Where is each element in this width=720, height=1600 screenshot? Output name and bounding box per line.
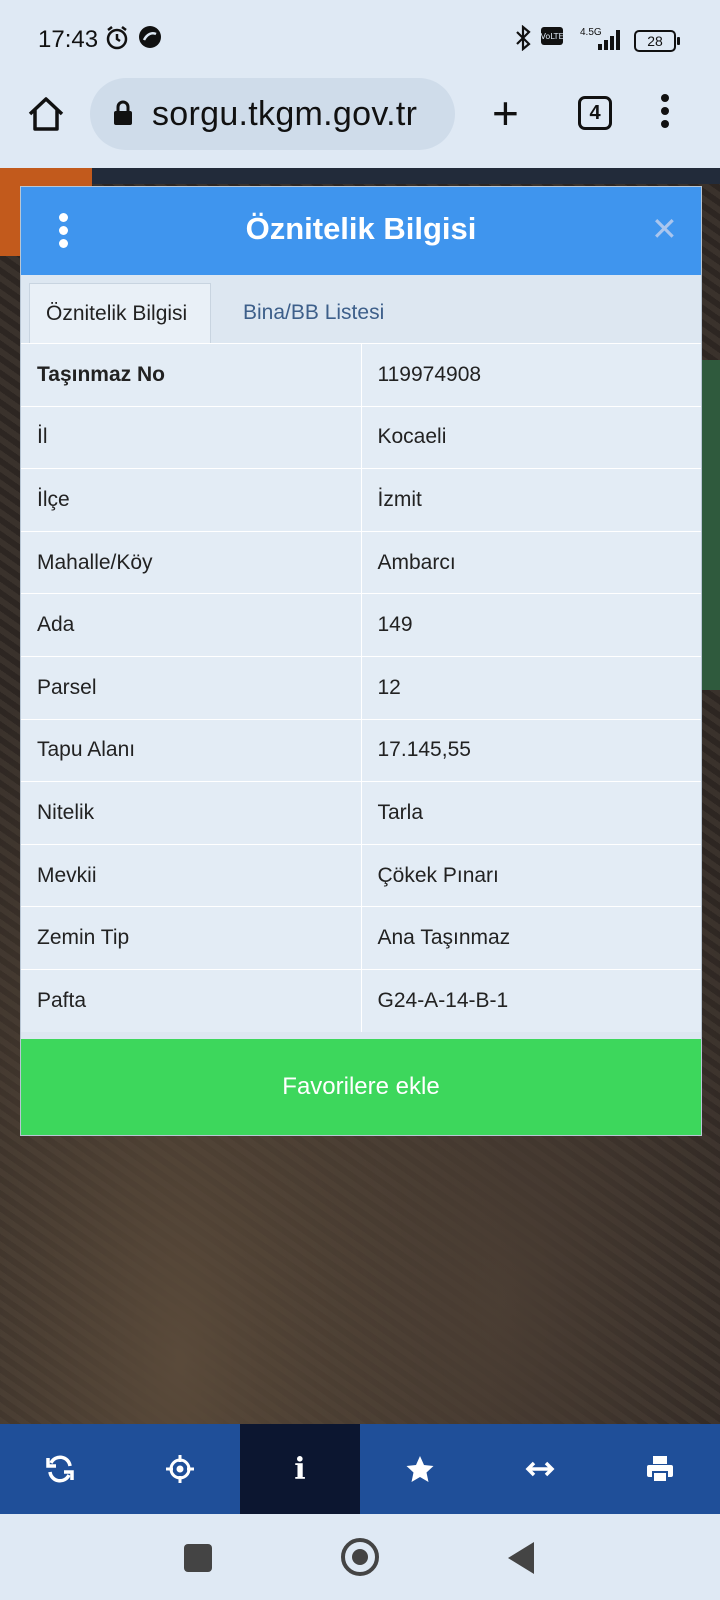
row-key: Mahalle/Köy [21,530,362,594]
back-icon[interactable] [508,1542,534,1574]
browser-menu-icon[interactable] [660,94,670,130]
system-nav-bar [0,1514,720,1600]
row-key: Nitelik [21,781,362,845]
row-key: İl [21,405,362,469]
row-value: 149 [361,593,701,657]
tab-switcher-button[interactable]: 4 [578,96,612,130]
row-value: Ana Taşınmaz [361,906,701,970]
carrier-icon [138,25,162,55]
star-icon[interactable] [360,1424,480,1514]
battery-icon: 28 [634,30,680,52]
volte-icon: VoLTE [540,25,564,53]
home-nav-icon[interactable] [341,1538,379,1576]
row-value: İzmit [361,468,701,532]
dialog-title: Öznitelik Bilgisi [245,211,477,246]
row-value: Çökek Pınarı [361,843,701,907]
row-value: Kocaeli [361,405,701,469]
recent-apps-icon[interactable] [184,1544,212,1572]
info-glyph: i [294,1451,306,1487]
row-key: Pafta [21,968,362,1033]
row-value: 12 [361,655,701,720]
tab-building-list[interactable]: Bina/BB Listesi [227,283,400,343]
table-row: Nitelik Tarla [21,781,701,845]
measure-icon[interactable] [480,1424,600,1514]
print-icon[interactable] [600,1424,720,1514]
lock-icon [112,100,134,126]
table-row: Parsel 12 [21,655,701,720]
table-row: Mevkii Çökek Pınarı [21,843,701,907]
tab-attribute-info[interactable]: Öznitelik Bilgisi [29,283,211,343]
add-favorite-button[interactable]: Favorilere ekle [21,1039,701,1135]
status-bar: 17:43 VoLTE 4.5G 28 [0,0,720,72]
close-icon[interactable]: ✕ [651,211,678,247]
attribute-table: Taşınmaz No 119974908 İl Kocaeli İlçe İz… [21,343,701,1033]
row-key: Zemin Tip [21,906,362,970]
row-key: Ada [21,593,362,657]
row-value: Tarla [361,781,701,845]
row-key: İlçe [21,468,362,532]
table-row: Taşınmaz No 119974908 [21,343,701,407]
row-value: 119974908 [361,343,701,407]
refresh-icon[interactable] [0,1424,120,1514]
address-bar[interactable]: sorgu.tkgm.gov.tr [90,78,455,150]
table-row: Ada 149 [21,593,701,657]
new-tab-icon[interactable]: + [492,90,519,136]
dialog-header: Öznitelik Bilgisi ✕ [21,187,701,275]
signal-icon [598,30,624,50]
bluetooth-icon [514,24,532,57]
row-key: Mevkii [21,843,362,907]
map-top-strip [0,168,720,184]
map-toolbar: i [0,1424,720,1514]
row-value: G24-A-14-B-1 [361,968,701,1033]
table-row: Zemin Tip Ana Taşınmaz [21,906,701,970]
browser-toolbar: sorgu.tkgm.gov.tr + 4 [0,72,720,168]
svg-text:VoLTE: VoLTE [540,32,563,41]
table-row: Mahalle/Köy Ambarcı [21,530,701,594]
info-icon[interactable]: i [240,1424,360,1514]
table-row: Pafta G24-A-14-B-1 [21,968,701,1033]
locate-icon[interactable] [120,1424,240,1514]
home-icon[interactable] [26,94,66,134]
row-key: Parsel [21,655,362,720]
table-row: İl Kocaeli [21,405,701,469]
table-row: İlçe İzmit [21,468,701,532]
url-text: sorgu.tkgm.gov.tr [152,95,418,133]
row-value: 17.145,55 [361,718,701,782]
row-value: Ambarcı [361,530,701,594]
row-key: Tapu Alanı [21,718,362,782]
dialog-tabs: Öznitelik Bilgisi Bina/BB Listesi [21,275,701,343]
attribute-dialog: Öznitelik Bilgisi ✕ Öznitelik Bilgisi Bi… [20,186,702,1136]
alarm-icon [104,25,130,57]
status-time: 17:43 [38,26,99,53]
table-row: Tapu Alanı 17.145,55 [21,718,701,782]
row-key: Taşınmaz No [21,343,362,407]
